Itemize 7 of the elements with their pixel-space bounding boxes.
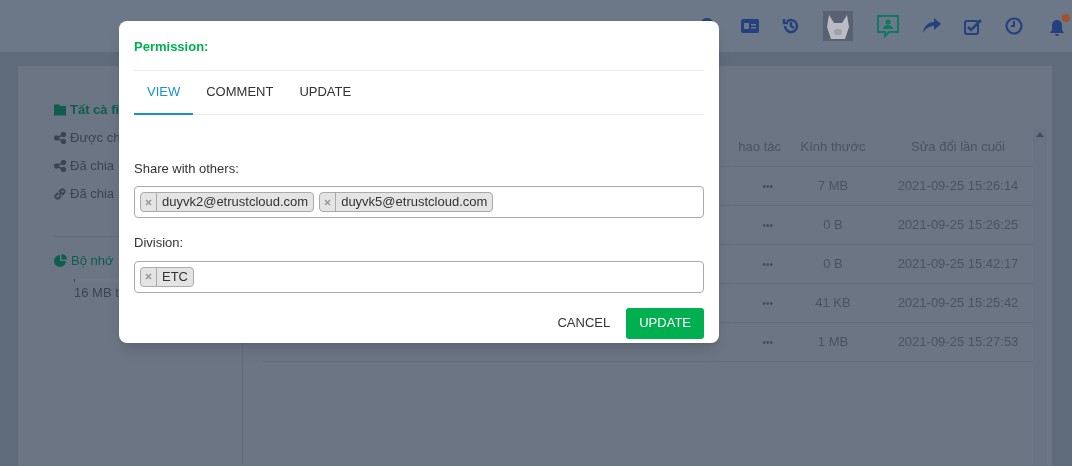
- tag-text: duyvk2@etrustcloud.com: [161, 193, 310, 212]
- storage-label: Bộ nhớ: [71, 252, 114, 270]
- field-label: Share with others:: [134, 159, 240, 178]
- tag-text: duyvk5@etrustcloud.com: [340, 193, 489, 212]
- field-label: Division:: [134, 234, 185, 252]
- tag-text: ETC: [161, 267, 189, 286]
- dialog-title: Permission:: [134, 21, 704, 71]
